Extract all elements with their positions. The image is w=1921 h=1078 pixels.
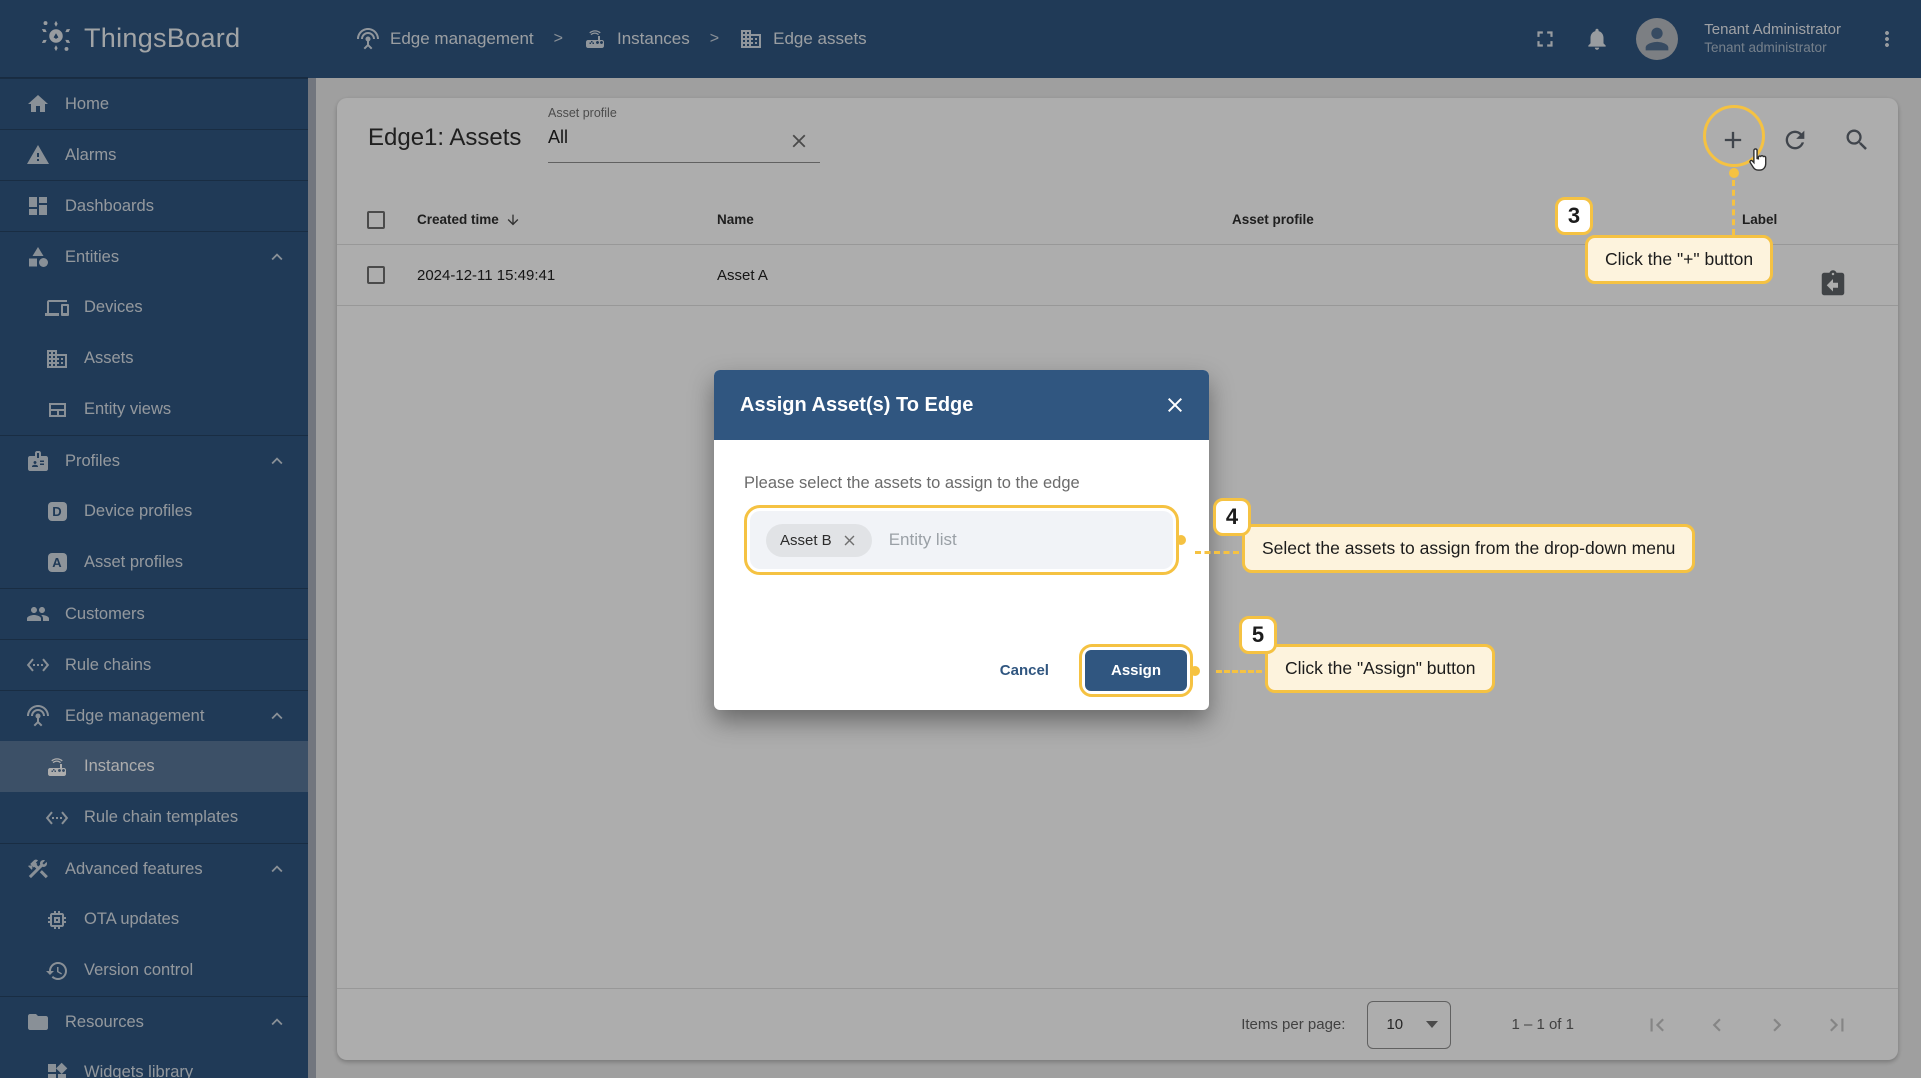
dialog-title: Assign Asset(s) To Edge (740, 393, 974, 416)
step-badge-4: 4 (1213, 498, 1251, 536)
step-callout-4: Select the assets to assign from the dro… (1242, 524, 1696, 573)
entity-list-placeholder: Entity list (888, 530, 957, 549)
cursor-hand-icon (1744, 146, 1771, 173)
assign-button[interactable]: Assign (1084, 650, 1187, 691)
step-callout-3: Click the "+" button (1585, 235, 1774, 284)
entity-list-input[interactable]: Asset B Entity list (750, 511, 1173, 569)
cancel-button[interactable]: Cancel (980, 652, 1069, 689)
assign-assets-dialog: Assign Asset(s) To Edge Please select th… (714, 370, 1209, 710)
annotation-dashed-line (1195, 551, 1239, 554)
step-badge-3: 3 (1555, 197, 1593, 235)
entity-list-highlight-ring: Asset B Entity list (744, 505, 1186, 575)
assign-highlight-ring: Assign (1078, 644, 1200, 697)
dialog-prompt: Please select the assets to assign to th… (744, 474, 1080, 492)
step-badge-5: 5 (1239, 616, 1277, 654)
dialog-close-icon[interactable] (1163, 393, 1187, 417)
asset-chip[interactable]: Asset B (766, 523, 872, 557)
annotation-dashed-line (1216, 670, 1262, 673)
annotation-dashed-line (1732, 180, 1735, 235)
asset-chip-label: Asset B (780, 531, 832, 549)
step-callout-5: Click the "Assign" button (1265, 644, 1496, 693)
annotation-connector-dot (1729, 168, 1739, 178)
dialog-header: Assign Asset(s) To Edge (714, 370, 1209, 440)
annotation-connector-dot (1176, 535, 1186, 545)
chip-remove-icon[interactable] (841, 532, 858, 549)
annotation-connector-dot (1190, 665, 1200, 676)
